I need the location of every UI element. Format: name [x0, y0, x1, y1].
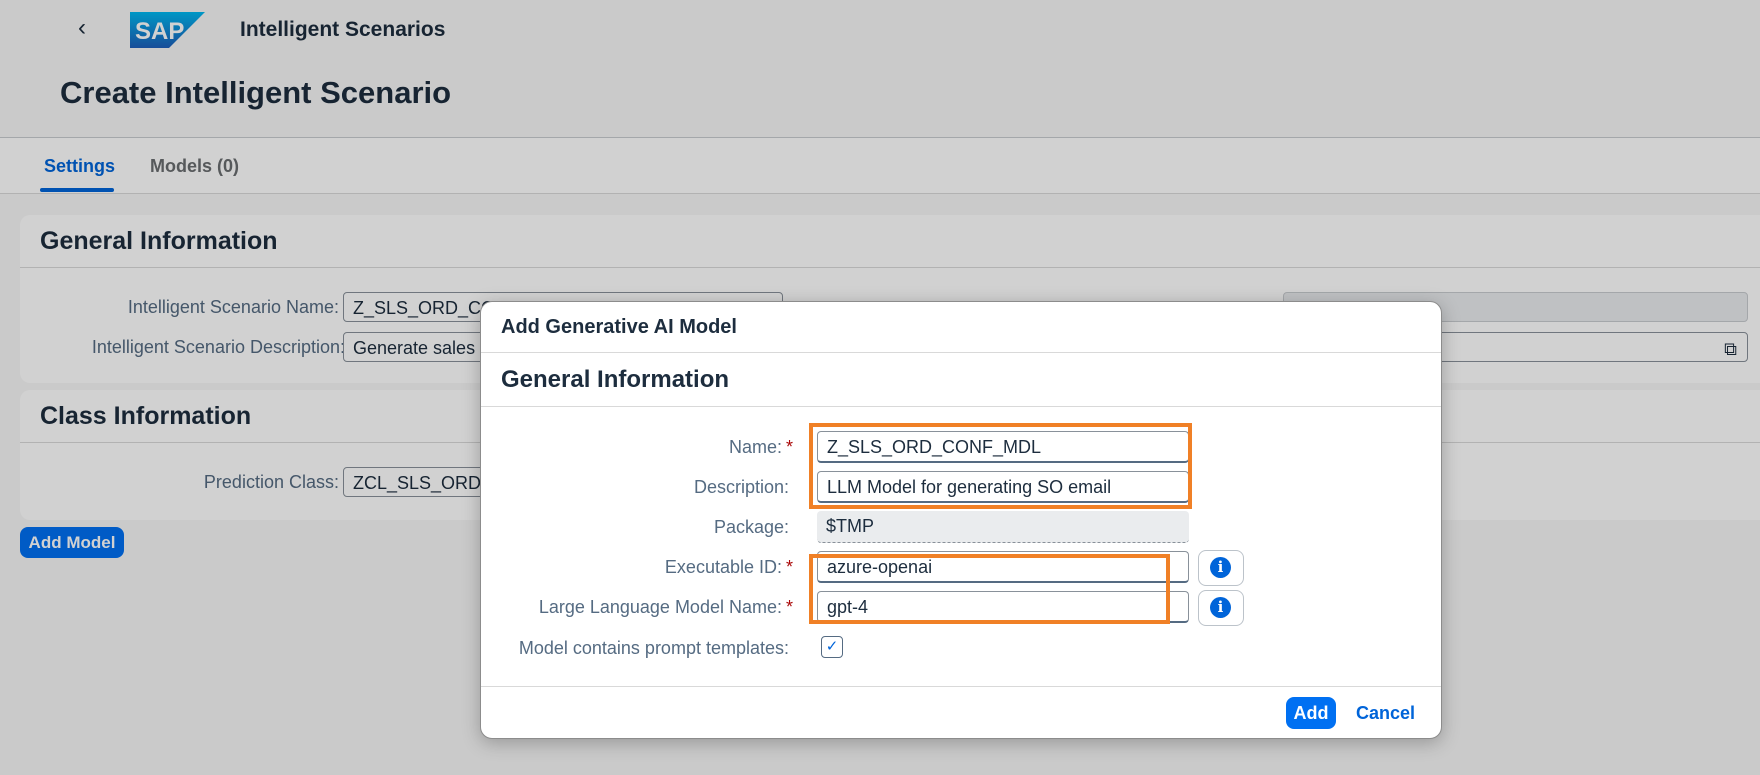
info-icon: i — [1210, 557, 1231, 578]
name-label: Name: * — [729, 437, 793, 458]
highlight-box-executable-llm — [809, 554, 1170, 624]
dialog-divider — [481, 352, 1441, 353]
description-label: Description: — [693, 477, 789, 497]
cancel-button[interactable]: Cancel — [1356, 697, 1415, 729]
info-icon: i — [1210, 597, 1231, 618]
highlight-box-name-description — [809, 423, 1192, 509]
llm-name-info-button[interactable]: i — [1198, 590, 1244, 626]
package-field: $TMP — [817, 511, 1189, 543]
executable-id-label-text: Executable ID: — [664, 557, 782, 577]
required-marker: * — [785, 557, 793, 577]
required-marker: * — [785, 597, 793, 617]
add-generative-ai-model-dialog: Add Generative AI Model General Informat… — [480, 301, 1442, 739]
checkmark-icon: ✓ — [825, 638, 839, 655]
prompt-templates-checkbox[interactable]: ✓ — [821, 636, 843, 658]
dialog-divider — [481, 406, 1441, 407]
package-label: Package: — [713, 517, 789, 537]
required-marker: * — [785, 437, 793, 457]
add-button[interactable]: Add — [1286, 697, 1336, 729]
executable-id-info-button[interactable]: i — [1198, 550, 1244, 586]
executable-id-label: Executable ID: * — [665, 557, 793, 578]
name-label-text: Name: — [728, 437, 782, 457]
dialog-title: Add Generative AI Model — [501, 316, 737, 338]
llm-name-label-text: Large Language Model Name: — [538, 597, 782, 617]
llm-name-label: Large Language Model Name: * — [539, 597, 793, 618]
prompt-templates-label: Model contains prompt templates: — [518, 638, 789, 658]
dialog-section-title: General Information — [501, 366, 730, 393]
dialog-footer-divider — [481, 686, 1441, 687]
